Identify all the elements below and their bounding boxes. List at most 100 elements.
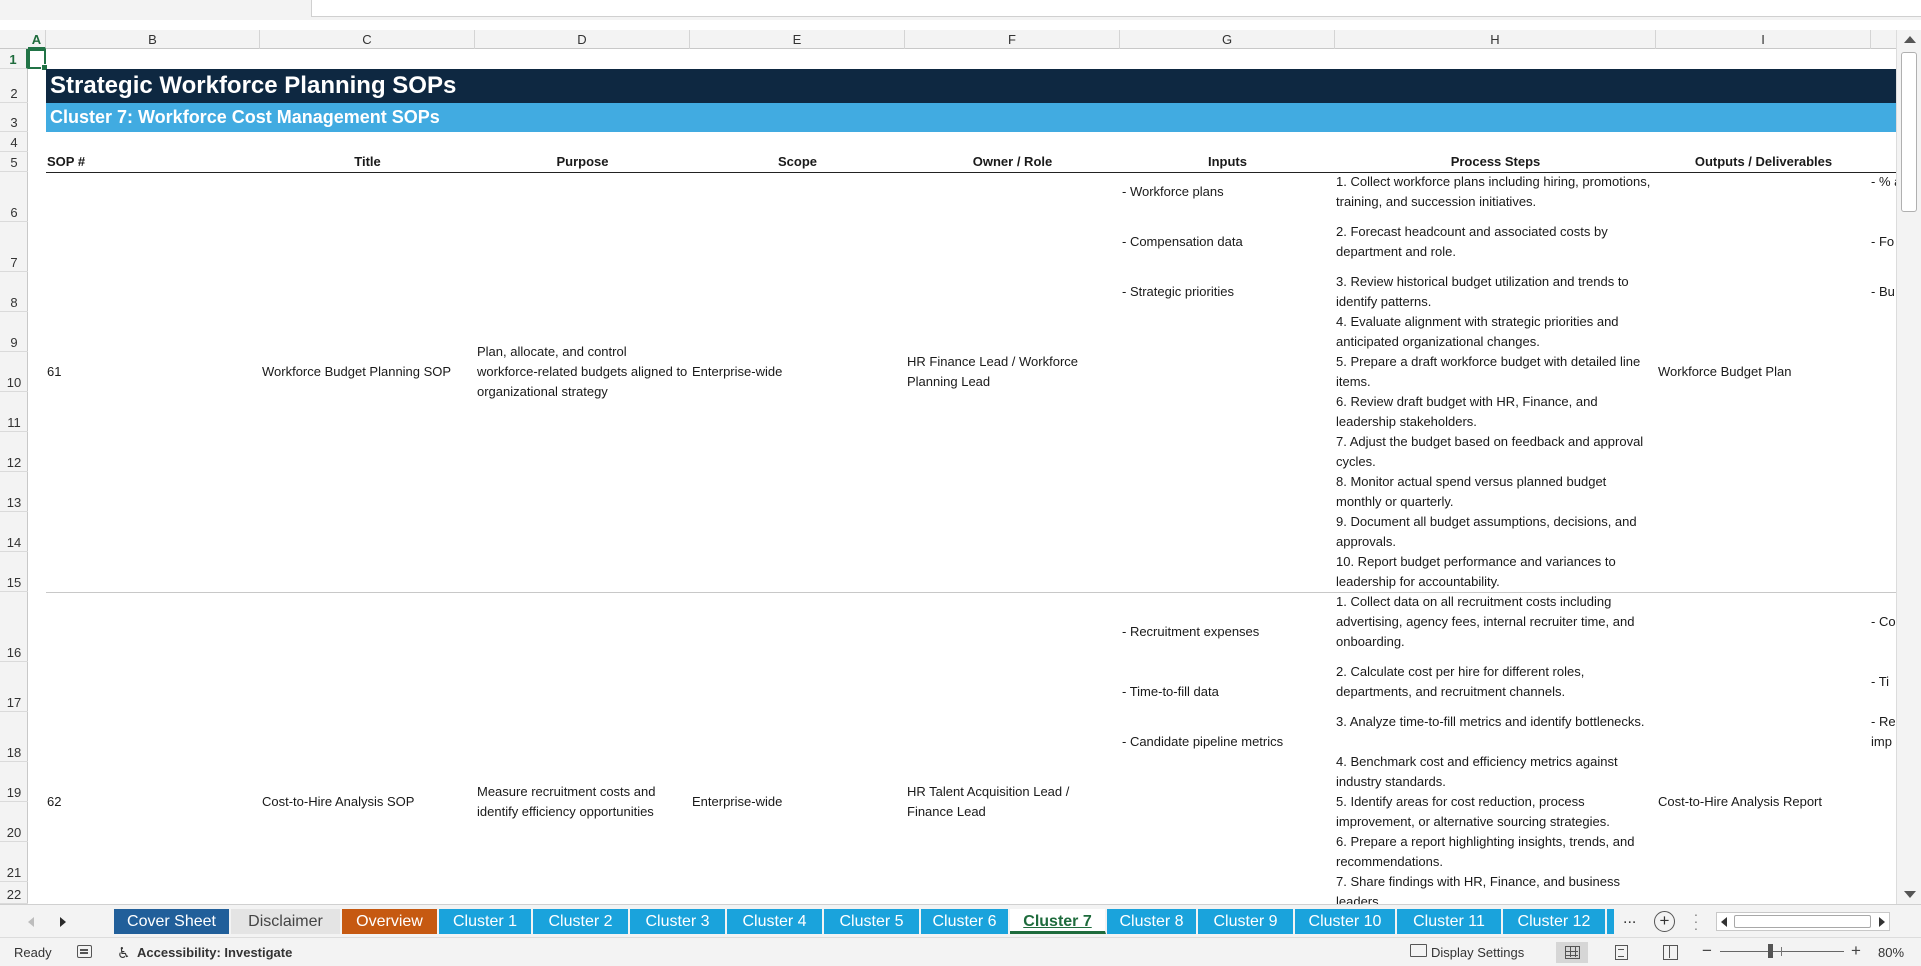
tab-cover-sheet[interactable]: Cover Sheet (114, 909, 230, 934)
row-header-15[interactable]: 15 (0, 552, 28, 592)
sop-62-step-1[interactable]: 1. Collect data on all recruitment costs… (1336, 592, 1654, 652)
row-header-13[interactable]: 13 (0, 472, 28, 512)
column-header-h[interactable]: H (1335, 30, 1656, 49)
sop-61-step-3[interactable]: 3. Review historical budget utilization … (1336, 272, 1654, 312)
sop-62-step-3[interactable]: 3. Analyze time-to-fill metrics and iden… (1336, 712, 1654, 732)
row-header-3[interactable]: 3 (0, 103, 28, 132)
sop-61-purpose[interactable]: Plan, allocate, and control workforce-re… (477, 342, 690, 402)
tab-disclaimer[interactable]: Disclaimer (231, 909, 341, 934)
row-header-20[interactable]: 20 (0, 802, 28, 842)
sop-62-output[interactable]: Cost-to-Hire Analysis Report (1658, 792, 1822, 812)
sop-62-next-col-2[interactable]: - Ti (1871, 672, 1896, 692)
sop-61-input-3[interactable]: - Strategic priorities (1122, 282, 1234, 302)
column-header-i[interactable]: I (1656, 30, 1871, 49)
add-sheet-icon[interactable]: + (1654, 911, 1675, 932)
next-sheet-icon[interactable] (60, 917, 66, 927)
sop-62-step-2[interactable]: 2. Calculate cost per hire for different… (1336, 662, 1654, 702)
row-header-1[interactable]: 1 (0, 49, 28, 69)
sop-61-next-col-1[interactable]: - % act (1871, 172, 1896, 192)
sop-61-input-1[interactable]: - Workforce plans (1122, 182, 1224, 202)
column-header-e[interactable]: E (690, 30, 905, 49)
sop-62-input-1[interactable]: - Recruitment expenses (1122, 622, 1259, 642)
row-header-18[interactable]: 18 (0, 712, 28, 762)
sop-62-purpose[interactable]: Measure recruitment costs and identify e… (477, 782, 677, 822)
horizontal-scroll-thumb[interactable] (1734, 915, 1871, 928)
column-header-g[interactable]: G (1120, 30, 1335, 49)
row-header-22[interactable]: 22 (0, 882, 28, 904)
sop-62-step-4[interactable]: 4. Benchmark cost and efficiency metrics… (1336, 752, 1654, 792)
sop-62-title[interactable]: Cost-to-Hire Analysis SOP (262, 792, 472, 812)
sop-62-step-7[interactable]: 7. Share findings with HR, Finance, and … (1336, 872, 1654, 904)
sop-61-scope[interactable]: Enterprise-wide (692, 362, 782, 382)
row-header-10[interactable]: 10 (0, 352, 28, 392)
display-settings-icon[interactable] (1410, 944, 1427, 957)
tab-cluster-7[interactable]: Cluster 7 (1010, 909, 1106, 934)
sop-61-output[interactable]: Workforce Budget Plan (1658, 362, 1791, 382)
vertical-scroll-thumb[interactable] (1901, 52, 1917, 212)
tab-cluster-2[interactable]: Cluster 2 (533, 909, 629, 934)
row-header-19[interactable]: 19 (0, 762, 28, 802)
sop-62-next-col-3[interactable]: - Re imp (1871, 712, 1896, 752)
scroll-right-icon[interactable] (1879, 917, 1885, 927)
column-header-d[interactable]: D (475, 30, 690, 49)
more-sheets-button[interactable]: ... (1623, 910, 1636, 928)
sop-62-owner[interactable]: HR Talent Acquisition Lead / Finance Lea… (907, 782, 1107, 822)
scroll-up-icon[interactable] (1904, 36, 1916, 43)
row-header-4[interactable]: 4 (0, 132, 28, 152)
sop-61-step-4[interactable]: 4. Evaluate alignment with strategic pri… (1336, 312, 1654, 352)
sop-61-title[interactable]: Workforce Budget Planning SOP (262, 362, 472, 382)
sop-61-step-2[interactable]: 2. Forecast headcount and associated cos… (1336, 222, 1654, 262)
row-header-5[interactable]: 5 (0, 152, 28, 172)
row-header-9[interactable]: 9 (0, 312, 28, 352)
macro-recording-icon[interactable] (77, 945, 92, 958)
sop-62-input-3[interactable]: - Candidate pipeline metrics (1122, 732, 1283, 752)
row-header-17[interactable]: 17 (0, 662, 28, 712)
sop-61-step-10[interactable]: 10. Report budget performance and varian… (1336, 552, 1654, 592)
sop-61-next-col-3[interactable]: - Bu (1871, 282, 1896, 302)
tab-cluster-5[interactable]: Cluster 5 (824, 909, 920, 934)
sop-61-step-7[interactable]: 7. Adjust the budget based on feedback a… (1336, 432, 1654, 472)
worksheet-grid[interactable]: Strategic Workforce Planning SOPs Cluste… (28, 49, 1896, 904)
sop-61-step-6[interactable]: 6. Review draft budget with HR, Finance,… (1336, 392, 1654, 432)
sop-61-step-5[interactable]: 5. Prepare a draft workforce budget with… (1336, 352, 1654, 392)
zoom-in-icon[interactable]: + (1851, 941, 1861, 961)
row-header-16[interactable]: 16 (0, 592, 28, 662)
tab-cluster-6[interactable]: Cluster 6 (921, 909, 1009, 934)
row-header-21[interactable]: 21 (0, 842, 28, 882)
previous-sheet-icon[interactable] (28, 917, 34, 927)
column-header-b[interactable]: B (46, 30, 260, 49)
row-header-2[interactable]: 2 (0, 69, 28, 103)
tab-cluster-4[interactable]: Cluster 4 (727, 909, 823, 934)
sop-61-step-9[interactable]: 9. Document all budget assumptions, deci… (1336, 512, 1654, 552)
tab-cluster-12[interactable]: Cluster 12 (1503, 909, 1606, 934)
tab-splitter-handle[interactable]: · · · (1693, 907, 1699, 935)
sop-61-next-col-2[interactable]: - Fo (1871, 232, 1896, 252)
sop-62-step-6[interactable]: 6. Prepare a report highlighting insight… (1336, 832, 1654, 872)
zoom-out-icon[interactable]: − (1702, 941, 1712, 961)
zoom-level[interactable]: 80% (1878, 945, 1904, 960)
display-settings-button[interactable]: Display Settings (1431, 945, 1524, 960)
tab-cluster-9[interactable]: Cluster 9 (1198, 909, 1294, 934)
sop-62-step-5[interactable]: 5. Identify areas for cost reduction, pr… (1336, 792, 1654, 832)
row-header-6[interactable]: 6 (0, 172, 28, 222)
tab-cluster-11[interactable]: Cluster 11 (1397, 909, 1502, 934)
row-header-7[interactable]: 7 (0, 222, 28, 272)
tab-overview[interactable]: Overview (342, 909, 438, 934)
sop-62-scope[interactable]: Enterprise-wide (692, 792, 782, 812)
tab-cluster-8[interactable]: Cluster 8 (1107, 909, 1197, 934)
row-header-12[interactable]: 12 (0, 432, 28, 472)
column-header-c[interactable]: C (260, 30, 475, 49)
tab-cluster-10[interactable]: Cluster 10 (1295, 909, 1396, 934)
zoom-slider[interactable] (1720, 951, 1844, 952)
tab-partial-next[interactable] (1607, 909, 1615, 934)
vertical-scrollbar[interactable] (1896, 30, 1921, 904)
accessibility-icon[interactable]: ♿ (117, 944, 130, 962)
zoom-slider-thumb[interactable] (1768, 944, 1773, 958)
sop-number-61[interactable]: 61 (47, 362, 61, 382)
formula-input[interactable] (311, 0, 1921, 17)
scroll-down-icon[interactable] (1904, 891, 1916, 898)
row-header-11[interactable]: 11 (0, 392, 28, 432)
sop-61-input-2[interactable]: - Compensation data (1122, 232, 1243, 252)
active-cell-a1[interactable] (28, 49, 48, 71)
column-header-f[interactable]: F (905, 30, 1120, 49)
